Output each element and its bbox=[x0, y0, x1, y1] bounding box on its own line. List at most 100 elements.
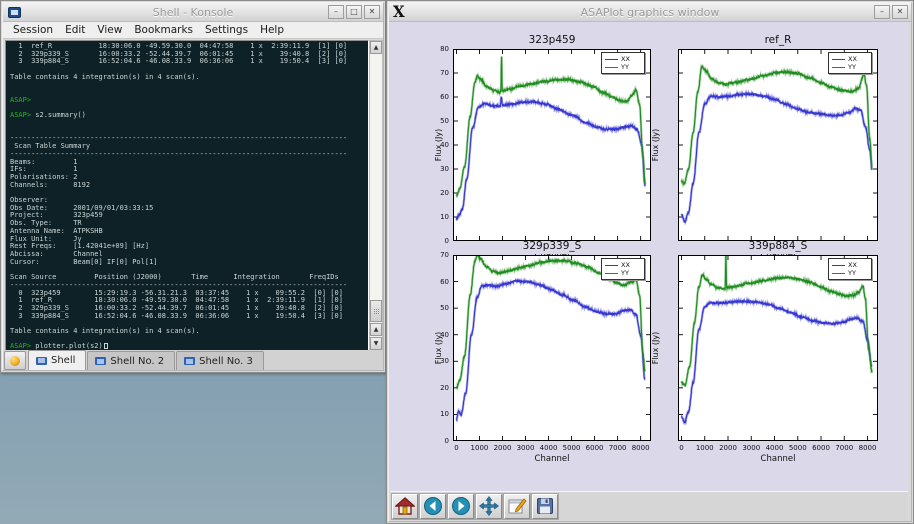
scroll-down-icon[interactable]: ▼ bbox=[370, 337, 382, 350]
ytick-label: 0 bbox=[423, 237, 449, 245]
legend-label: XX bbox=[621, 56, 630, 63]
terminal-area[interactable]: 1 ref_R 18:30:06.0 -49.59.30.0 04:47:58 … bbox=[5, 40, 369, 351]
subplot-axes[interactable] bbox=[678, 255, 878, 441]
plot-canvas[interactable]: 323p45901020304050607080Flux (Jy)Channel… bbox=[390, 22, 908, 492]
legend-entry: XX bbox=[605, 55, 641, 63]
minimize-button[interactable]: – bbox=[328, 5, 344, 19]
legend-label: XX bbox=[848, 56, 857, 63]
desktop: Shell - Konsole – □ ✕ SessionEditViewBoo… bbox=[0, 0, 914, 524]
legend-line-sample bbox=[832, 67, 845, 68]
legend-line-sample bbox=[832, 273, 845, 274]
maximize-button[interactable]: □ bbox=[346, 5, 362, 19]
subplot-title: ref_R bbox=[678, 34, 878, 46]
shell-icon bbox=[95, 357, 106, 365]
subplot-title: 323p459 bbox=[453, 34, 651, 46]
pan-icon bbox=[479, 496, 499, 516]
terminal-line: Channels: 8192 bbox=[10, 182, 368, 190]
legend-label: YY bbox=[848, 64, 856, 71]
close-button[interactable]: ✕ bbox=[892, 5, 908, 19]
tab-label: Shell bbox=[51, 355, 75, 366]
pan-button[interactable] bbox=[476, 494, 502, 519]
ytick-label: 20 bbox=[423, 384, 449, 392]
terminal-cursor bbox=[104, 343, 108, 349]
forward-arrow-icon bbox=[451, 496, 471, 516]
back-arrow-icon bbox=[423, 496, 443, 516]
y-axis-label: Flux (Jy) bbox=[434, 313, 444, 383]
menu-item-session[interactable]: Session bbox=[7, 23, 59, 37]
tab-shell-no-3[interactable]: Shell No. 3 bbox=[176, 351, 264, 370]
legend-label: YY bbox=[621, 270, 629, 277]
legend-entry: YY bbox=[832, 63, 868, 71]
legend-entry: YY bbox=[605, 63, 641, 71]
asaplot-window-title: ASAPlot graphics window bbox=[389, 6, 911, 19]
legend: XXYY bbox=[828, 258, 872, 280]
terminal-line: ASAP> s2.summary() bbox=[10, 112, 368, 120]
tab-label: Shell No. 2 bbox=[110, 356, 164, 367]
legend: XXYY bbox=[601, 52, 645, 74]
y-axis-label: Flux (Jy) bbox=[651, 313, 661, 383]
y-axis-label: Flux (Jy) bbox=[434, 110, 444, 180]
asaplot-titlebar[interactable]: X ASAPlot graphics window – ✕ bbox=[389, 3, 911, 22]
scroll-up-icon[interactable]: ▲ bbox=[370, 41, 382, 54]
x-axis-label: Channel bbox=[453, 454, 651, 464]
ytick-label: 70 bbox=[423, 251, 449, 259]
subplot-title: 339p884_S bbox=[678, 240, 878, 252]
shell-icon bbox=[184, 357, 195, 365]
menu-item-edit[interactable]: Edit bbox=[59, 23, 91, 37]
scroll-up2-icon[interactable]: ▲ bbox=[370, 323, 382, 336]
legend-line-sample bbox=[605, 59, 618, 60]
terminal-scrollbar[interactable]: ▲ ▲ ▼ bbox=[369, 40, 383, 351]
menu-item-settings[interactable]: Settings bbox=[199, 23, 254, 37]
terminal-text: 1 ref_R 18:30:06.0 -49.59.30.0 04:47:58 … bbox=[6, 41, 368, 351]
legend: XXYY bbox=[601, 258, 645, 280]
ytick-label: 70 bbox=[423, 69, 449, 77]
legend-line-sample bbox=[605, 273, 618, 274]
save-icon bbox=[535, 496, 555, 516]
legend-label: XX bbox=[621, 262, 630, 269]
legend-label: YY bbox=[848, 270, 856, 277]
menu-item-bookmarks[interactable]: Bookmarks bbox=[128, 23, 199, 37]
xtick-label: 8000 bbox=[852, 444, 884, 452]
new-session-icon bbox=[10, 356, 20, 366]
tab-label: Shell No. 3 bbox=[199, 356, 253, 367]
subplot-axes[interactable] bbox=[453, 255, 651, 441]
configure-subplots-icon bbox=[507, 496, 527, 516]
terminal-line: ASAP> bbox=[10, 97, 368, 105]
terminal-line bbox=[10, 120, 368, 128]
home-icon bbox=[395, 496, 415, 516]
tab-shell[interactable]: Shell bbox=[28, 350, 86, 370]
minimize-button[interactable]: – bbox=[874, 5, 890, 19]
tab-shell-no-2[interactable]: Shell No. 2 bbox=[87, 351, 175, 370]
shell-icon bbox=[36, 357, 47, 365]
new-session-button[interactable] bbox=[4, 351, 26, 370]
subplot-title: 329p339_S bbox=[453, 240, 651, 252]
back-button[interactable] bbox=[420, 494, 446, 519]
forward-button[interactable] bbox=[448, 494, 474, 519]
ytick-label: 80 bbox=[423, 45, 449, 53]
konsole-window-title: Shell - Konsole bbox=[3, 6, 383, 19]
close-button[interactable]: ✕ bbox=[364, 5, 380, 19]
terminal-line: 3 339p884_S 16:52:04.6 -46.08.33.9 06:36… bbox=[10, 58, 368, 66]
save-button[interactable] bbox=[532, 494, 558, 519]
konsole-titlebar[interactable]: Shell - Konsole – □ ✕ bbox=[3, 3, 383, 22]
configure-subplots-button[interactable] bbox=[504, 494, 530, 519]
thumb-grip-icon bbox=[374, 309, 375, 310]
konsole-tabbar: Shell Shell No. 2 Shell No. 3 bbox=[3, 350, 383, 370]
legend-line-sample bbox=[832, 265, 845, 266]
legend-entry: XX bbox=[832, 261, 868, 269]
legend-label: XX bbox=[848, 262, 857, 269]
asaplot-window: X ASAPlot graphics window – ✕ 323p459010… bbox=[386, 0, 914, 524]
menu-item-help[interactable]: Help bbox=[254, 23, 290, 37]
legend-entry: YY bbox=[605, 269, 641, 277]
legend-line-sample bbox=[605, 67, 618, 68]
menu-item-view[interactable]: View bbox=[91, 23, 128, 37]
subplot-axes[interactable] bbox=[678, 49, 878, 241]
terminal-line: 3 339p884_S 16:52:04.6 -46.08.33.9 06:36… bbox=[10, 313, 368, 321]
legend-line-sample bbox=[832, 59, 845, 60]
scrollbar-thumb[interactable] bbox=[370, 300, 382, 322]
xtick-label: 8000 bbox=[625, 444, 657, 452]
home-button[interactable] bbox=[392, 494, 418, 519]
terminal-line: Table contains 4 integration(s) in 4 sca… bbox=[10, 328, 368, 336]
subplot-axes[interactable] bbox=[453, 49, 651, 241]
konsole-window: Shell - Konsole – □ ✕ SessionEditViewBoo… bbox=[0, 0, 386, 373]
